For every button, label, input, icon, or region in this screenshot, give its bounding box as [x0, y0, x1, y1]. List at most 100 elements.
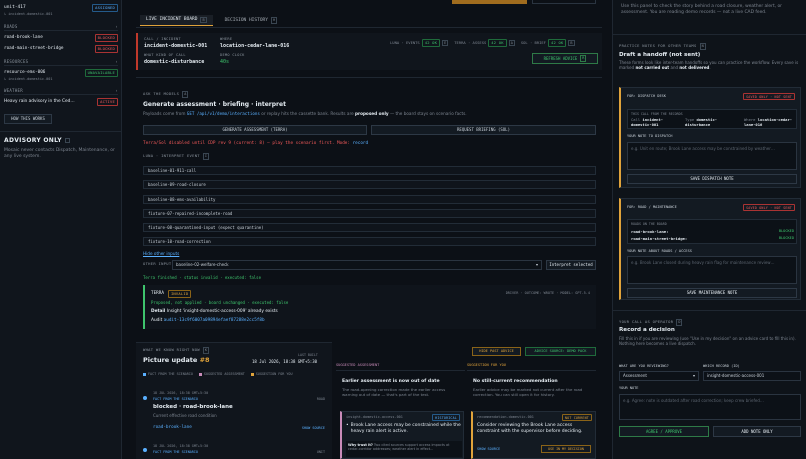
- event-kind: FACT FROM THE SCENARIO: [153, 450, 198, 454]
- section-label: LUNA · INTERPRET EVENT: [143, 152, 200, 158]
- dispatch-note-textarea[interactable]: e.g. Unit en route; Brook Lane access ma…: [627, 142, 797, 170]
- fixture-item[interactable]: fixture-07-repaired-incomplete-road: [143, 209, 596, 218]
- maintenance-note-form: FOR: ROAD / MAINTENANCE SAVED ONLY · NOT…: [619, 198, 801, 300]
- weather-item[interactable]: Heavy rain advisory in the Ced… ACTIVE: [4, 98, 118, 107]
- shortcut-key: B: [568, 39, 575, 47]
- section-label: WHAT WE KNOW RIGHT NOW: [143, 346, 200, 352]
- tab-live-incident-board[interactable]: LIVE INCIDENT BOARD B: [140, 15, 213, 26]
- weather-section: WEATHER › Heavy rain advisory in the Ced……: [4, 88, 118, 107]
- chevron-right-icon[interactable]: ›: [115, 59, 118, 64]
- how-this-works-button[interactable]: HOW THIS WORKS: [4, 114, 52, 124]
- info-icon[interactable]: [64, 138, 70, 144]
- road-item[interactable]: road-main-street-bridge BLOCKED: [4, 45, 118, 54]
- pill-sol[interactable]: SOL · BRIEF 42 OK B: [521, 39, 575, 47]
- built-label: LAST BUILT: [298, 353, 318, 357]
- now-header: WHAT WE KNOW RIGHT NOW K: [143, 347, 209, 354]
- chevron-right-icon[interactable]: ›: [115, 88, 118, 93]
- save-maintenance-note-button[interactable]: SAVE MAINTENANCE NOTE: [627, 288, 797, 298]
- generate-assessment-button[interactable]: GENERATE ASSESSMENT (TERRA): [143, 125, 367, 135]
- pill-terra[interactable]: TERRA · ASSESS 42 OK A: [454, 39, 515, 47]
- maintenance-note-textarea[interactable]: e.g. Brook Lane closed during heavy rain…: [627, 256, 797, 284]
- pill-luna[interactable]: LUNA · EVENTS 42 OK E: [390, 39, 449, 47]
- event-link[interactable]: road-brook-lane: [153, 425, 192, 431]
- shortcut-key: B: [200, 16, 207, 24]
- road-item[interactable]: road-brook-lane BLOCKED: [4, 34, 118, 43]
- top-button-fragment[interactable]: [532, 0, 596, 4]
- shortcut-key: I: [202, 153, 209, 160]
- section-label: PRACTICE NOTES FOR OTHER TEAMS: [619, 42, 697, 48]
- section-label: YOUR CALL AS OPERATOR: [619, 318, 674, 324]
- agree-approve-button[interactable]: AGREE / APPROVE: [619, 426, 709, 437]
- hide-past-advice-button[interactable]: HIDE PAST ADVICE: [472, 347, 521, 356]
- insight-card[interactable]: insight-domestic-access-001 HISTORICAL •…: [340, 411, 464, 459]
- reviewing-select[interactable]: Assessment ▾: [619, 371, 699, 381]
- historical-badge: HISTORICAL: [432, 414, 460, 422]
- hide-other-inputs-link[interactable]: Hide other inputs: [143, 251, 179, 256]
- advice-source-button[interactable]: ADVICE SOURCE: DEMO PACK: [525, 347, 596, 356]
- fixture-item[interactable]: fixture-10-road-correction: [143, 237, 596, 246]
- pill-label: SOL · BRIEF: [520, 39, 546, 45]
- input-value: insight-domestic-access-001: [707, 373, 765, 379]
- result-detail: Detail Insight 'insight-domestic-access-…: [151, 309, 278, 315]
- detail-text: Insight 'insight-domestic-access-009' al…: [166, 309, 278, 314]
- refresh-advice-button[interactable]: REFRESH ADVICE R: [532, 53, 598, 64]
- add-note-only-button[interactable]: ADD NOTE ONLY: [713, 426, 801, 437]
- models-desc: Payloads come from GET /api/v1/demo/inte…: [143, 111, 598, 116]
- request-briefing-button[interactable]: REQUEST BRIEFING (SOL): [371, 125, 596, 135]
- road-status-badge: BLOCKED: [94, 34, 118, 43]
- pill-value: 42 OK: [547, 39, 567, 47]
- other-input-select[interactable]: baseline-02-welfare-check ▾: [172, 260, 542, 270]
- fixture-label: fixture-07-repaired-incomplete-road: [148, 210, 233, 216]
- event-title: blocked · road-brook-lane: [153, 404, 233, 410]
- road-status: BLOCKED: [778, 236, 794, 241]
- road-name: road-brook-lane:: [631, 229, 669, 234]
- fixture-item[interactable]: baseline-08-ems-availability: [143, 195, 596, 204]
- divider: [336, 370, 465, 371]
- select-value: Assessment: [623, 373, 647, 379]
- terra-result: TERRA INVALID DRIVER · OUTCOME: WROTE · …: [143, 285, 596, 329]
- show-source-button[interactable]: SHOW SOURCE: [302, 426, 325, 431]
- interpret-selected-button[interactable]: Interpret selected: [546, 260, 596, 270]
- show-source-button[interactable]: SHOW SOURCE: [477, 447, 500, 452]
- record-label: WHICH RECORD (ID): [703, 364, 740, 368]
- incident-age: 40s: [220, 59, 230, 65]
- legend-swatch: [198, 372, 202, 376]
- field-call: Call incident-domestic-001: [631, 117, 681, 128]
- incident-location: location-cedar-lane-016: [220, 43, 290, 49]
- use-in-decision-button[interactable]: USE IN MY DECISION: [541, 445, 591, 453]
- recommendation-text: Consider reviewing the Brook Lane access…: [477, 423, 583, 434]
- fixture-item[interactable]: baseline-09-road-closure: [143, 180, 596, 189]
- tab-decision-history[interactable]: DECISION HISTORY H: [219, 15, 283, 26]
- decision-note-textarea[interactable]: e.g. Agree: note is outdated after road …: [619, 394, 801, 420]
- chevron-right-icon[interactable]: ›: [115, 24, 118, 29]
- record-id-input[interactable]: insight-domestic-access-001: [703, 371, 801, 381]
- event-tag: UNIT: [316, 450, 325, 454]
- legend: FACT FROM THE SCENARIO SUGGESTED ASSESSM…: [143, 372, 293, 376]
- resource-item[interactable]: resource-ems-006 UNAVAILABLE: [4, 69, 118, 78]
- column-header: SUGGESTION FOR YOU: [467, 363, 506, 367]
- desc-endpoint: GET /api/v1/demo/interactions: [186, 111, 260, 116]
- legend-swatch: [250, 372, 254, 376]
- practice-header: PRACTICE NOTES FOR OTHER TEAMS N: [619, 43, 706, 50]
- fixture-item[interactable]: baseline-01-911-call: [143, 166, 596, 175]
- save-dispatch-note-button[interactable]: SAVE DISPATCH NOTE: [627, 174, 797, 184]
- advisory-block: ADVISORY ONLY Mosaic never contacts Disp…: [4, 137, 118, 159]
- column-header: SUGGESTED ASSESSMENT: [336, 363, 380, 367]
- top-accent-bar: [452, 0, 527, 4]
- fixture-item[interactable]: fixture-08-quarantined-input (expect qua…: [143, 223, 596, 232]
- result-meta: DRIVER · OUTCOME: WROTE · MODEL: GPT-5.4: [505, 291, 590, 295]
- unit-row[interactable]: unit-417 ASSIGNED ↳ incident-domestic-00…: [4, 4, 118, 16]
- fixture-label: baseline-01-911-call: [148, 167, 197, 173]
- road-row: road-main-street-bridge: BLOCKED: [631, 236, 794, 241]
- title-text: Picture update: [143, 356, 198, 364]
- road-status: BLOCKED: [778, 229, 794, 234]
- divider: [467, 370, 596, 371]
- call-label: CALL / INCIDENT: [144, 37, 181, 41]
- timeline-dot: [143, 396, 147, 400]
- recommendation-card[interactable]: recommendation-domestic-001 NOT CURRENT …: [471, 411, 596, 459]
- audit-link[interactable]: audit-13c9f6007a09894efaef87288e2cc5f8b: [164, 318, 265, 323]
- warning-text: Terra/Sol disabled until CDP rev 9 (curr…: [143, 141, 350, 146]
- practice-emphasis: not carried out: [635, 65, 670, 71]
- resource-sub: ↳ incident-domestic-001: [4, 77, 53, 82]
- divider: [613, 310, 806, 311]
